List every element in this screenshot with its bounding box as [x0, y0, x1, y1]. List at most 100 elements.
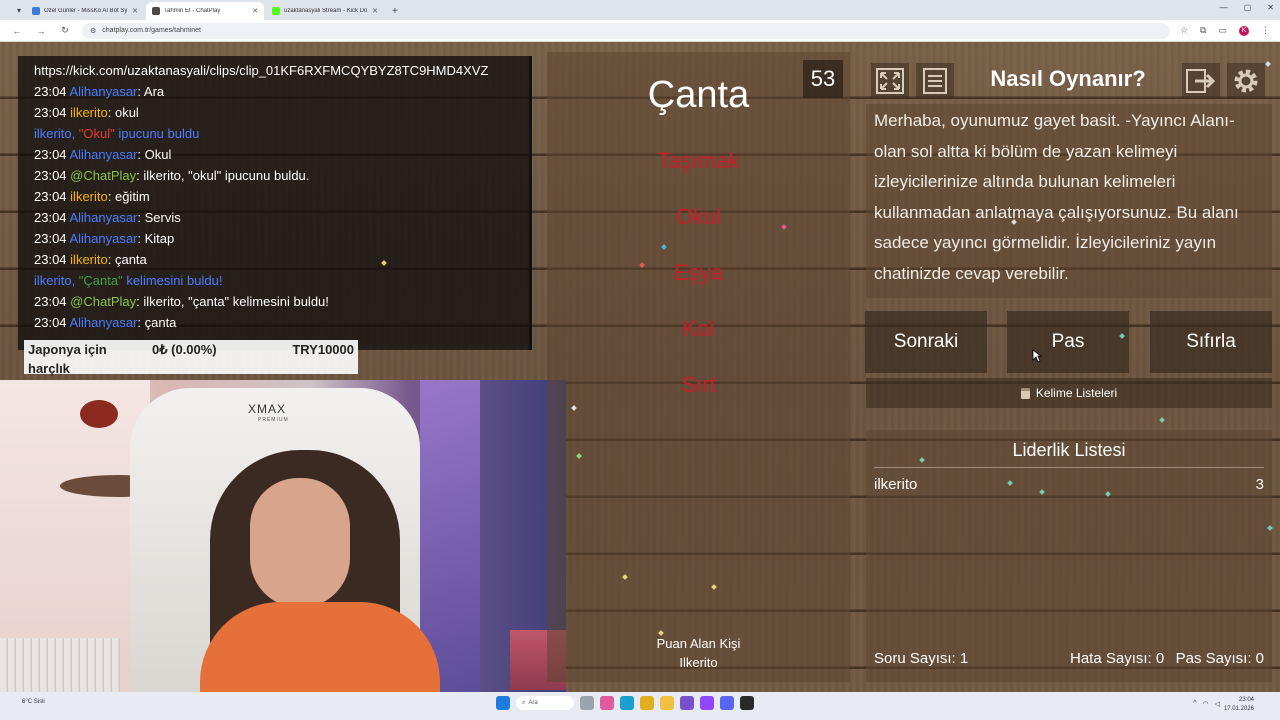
chrome-icon[interactable]	[640, 696, 654, 710]
forbidden-word: Sırt	[681, 372, 716, 397]
discord-icon[interactable]	[720, 696, 734, 710]
forbidden-words-list: Taşımak Okul Eşya Kol Sırt	[547, 145, 850, 425]
profile-avatar[interactable]: K	[1239, 25, 1249, 36]
next-button[interactable]: Sonraki	[865, 311, 987, 373]
forward-icon[interactable]: →	[34, 26, 48, 36]
word-lists-label: Kelime Listeleri	[1035, 386, 1118, 400]
weather-widget[interactable]: 6°C Sisli	[22, 699, 45, 705]
chat-time: 23:04	[34, 294, 67, 309]
chat-line: 23:04 Alihanyasar: Ara	[34, 81, 529, 102]
webcam-feed: XMAX PREMIUM	[0, 380, 566, 698]
word-lists-button[interactable]: Kelime Listeleri	[866, 378, 1272, 408]
scorer-info: Puan Alan Kişi Ilkerito	[547, 634, 850, 672]
exit-icon	[1186, 69, 1216, 93]
target-word: Çanta	[647, 74, 750, 116]
address-bar[interactable]: ⚙ chatplay.com.tr/games/tahminet	[82, 22, 1170, 39]
task-view-icon[interactable]	[580, 696, 594, 710]
settings-button[interactable]	[1227, 63, 1265, 99]
chat-line: 23:04 Alihanyasar: Kitap	[34, 228, 529, 249]
chat-text[interactable]: https://kick.com/uzaktanasyali/clips/cli…	[34, 63, 488, 78]
tab-close-icon[interactable]: ✕	[252, 7, 258, 15]
error-count: Hata Sayısı: 0	[1070, 650, 1165, 667]
taskbar-search-label: Ara	[528, 700, 538, 706]
webcam-plant	[80, 400, 118, 428]
chat-time: 23:04	[34, 252, 67, 267]
app-icon[interactable]	[680, 696, 694, 710]
stream-chat: https://kick.com/uzaktanasyali/clips/cli…	[18, 56, 532, 350]
chat-text: : ilkerito, "okul" ipucunu buldu.	[136, 168, 310, 183]
twitch-icon[interactable]	[700, 696, 714, 710]
taskbar-clock[interactable]: 23:04 17.01.2026	[1224, 696, 1254, 714]
close-window-icon[interactable]: ✕	[1267, 3, 1274, 12]
question-count: Soru Sayısı: 1	[874, 650, 969, 667]
extensions-icon[interactable]: ⧉	[1200, 25, 1206, 36]
chat-text: : çanta	[107, 252, 147, 267]
chat-text: : ilkerito, "çanta" kelimesini buldu!	[136, 294, 329, 309]
chat-time: 23:04	[34, 147, 67, 162]
mouse-cursor-icon	[1032, 349, 1042, 363]
leaderboard: Liderlik Listesi ilkerito 3 Soru Sayısı:…	[866, 430, 1272, 682]
sidebar-icon[interactable]: ▭	[1218, 25, 1227, 36]
tab-close-icon[interactable]: ✕	[372, 7, 378, 15]
chat-system-word: "Okul"	[78, 126, 115, 141]
back-icon[interactable]: ←	[10, 26, 24, 36]
bookmark-star-icon[interactable]: ☆	[1180, 25, 1188, 36]
browser-menu-icon[interactable]: ⋮	[1261, 25, 1270, 36]
wifi-icon[interactable]: ◠	[1203, 700, 1209, 708]
scorer-name: Ilkerito	[679, 655, 718, 670]
chat-user: ilkerito	[70, 189, 108, 204]
tab-search-icon[interactable]: ▾	[12, 0, 26, 20]
tab-close-icon[interactable]: ✕	[132, 7, 138, 15]
minimize-icon[interactable]: —	[1220, 3, 1228, 12]
pass-button[interactable]: Pas	[1007, 311, 1129, 373]
scorer-label: Puan Alan Kişi	[656, 636, 741, 651]
donation-amount: 0₺ (0.00%)	[152, 342, 217, 357]
donation-goal: TRY10000	[292, 342, 354, 357]
chat-time: 23:04	[34, 189, 67, 204]
taskbar-search[interactable]: ⌕ Ara	[516, 696, 574, 710]
tab-favicon-icon	[272, 7, 280, 15]
tab-favicon-icon	[32, 7, 40, 15]
maximize-icon[interactable]: ▢	[1244, 3, 1252, 12]
reset-button[interactable]: Sıfırla	[1150, 311, 1272, 373]
chat-time: 23:04	[34, 210, 67, 225]
donation-label: Japonya için harçlık	[28, 342, 107, 376]
obs-icon[interactable]	[740, 696, 754, 710]
tab-title: Tahmin Et - ChatPlay	[164, 8, 221, 14]
leaderboard-name: ilkerito	[874, 476, 918, 493]
copilot-icon[interactable]	[600, 696, 614, 710]
edge-icon[interactable]	[620, 696, 634, 710]
tray-chevron-icon[interactable]: ^	[1193, 700, 1196, 708]
fullscreen-button[interactable]	[871, 63, 909, 99]
leaderboard-row: ilkerito 3	[874, 476, 1264, 493]
chat-time: 23:04	[34, 315, 67, 330]
chair-brand: XMAX	[248, 402, 287, 416]
chat-user: ilkerito	[70, 105, 108, 120]
windows-start-icon[interactable]	[496, 696, 510, 710]
chat-line: 23:04 Alihanyasar: Servis	[34, 207, 529, 228]
browser-tab-2[interactable]: uzaktanasyali Stream - Kick Do ✕	[266, 2, 384, 20]
exit-button[interactable]	[1182, 63, 1220, 99]
browser-tab-0[interactable]: Özel Günler - MissKo AI Bot Sy ✕	[26, 2, 144, 20]
webcam-streamer-sweater	[200, 602, 440, 698]
notes-button[interactable]	[916, 63, 954, 99]
clock-date: 17.01.2026	[1223, 706, 1254, 712]
url-text: chatplay.com.tr/games/tahminet	[102, 27, 201, 34]
file-explorer-icon[interactable]	[660, 696, 674, 710]
chat-user: @ChatPlay	[70, 294, 137, 309]
new-tab-button[interactable]: +	[386, 2, 404, 20]
chat-system-line: ilkerito, "Çanta" kelimesini buldu!	[34, 270, 529, 291]
site-info-icon[interactable]: ⚙	[90, 27, 96, 35]
browser-tab-1[interactable]: Tahmin Et - ChatPlay ✕	[146, 2, 264, 20]
chat-time: 23:04	[34, 105, 67, 120]
chat-system-text: ipucunu buldu	[114, 126, 200, 141]
chat-line: 23:04 Alihanyasar: Okul	[34, 144, 529, 165]
taskbar-apps: ⌕ Ara	[496, 696, 754, 710]
toolbar-actions: ☆ ⧉ ▭ K ⋮	[1180, 25, 1270, 36]
chat-line: https://kick.com/uzaktanasyali/clips/cli…	[34, 60, 529, 81]
chat-user: Alihanyasar	[69, 84, 138, 99]
chat-user: Alihanyasar	[69, 210, 138, 225]
chat-line: 23:04 ilkerito: eğitim	[34, 186, 529, 207]
reload-icon[interactable]: ↻	[58, 25, 72, 36]
volume-icon[interactable]: ◁	[1215, 700, 1220, 708]
